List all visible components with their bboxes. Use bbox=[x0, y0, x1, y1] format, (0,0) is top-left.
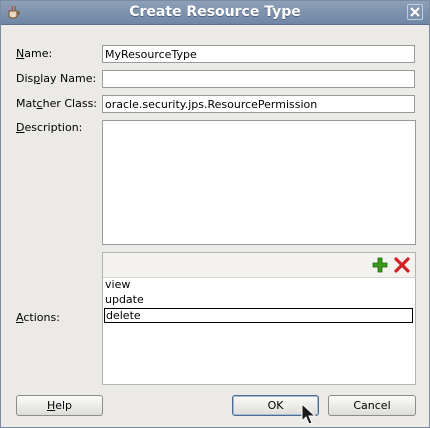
display-name-label: Display Name: bbox=[16, 72, 97, 85]
dialog-title: Create Resource Type bbox=[129, 4, 301, 20]
red-x-icon[interactable] bbox=[394, 257, 410, 273]
close-button[interactable] bbox=[407, 4, 423, 20]
cancel-button[interactable]: Cancel bbox=[328, 395, 416, 416]
title-bar[interactable]: Create Resource Type bbox=[1, 1, 429, 25]
help-button[interactable]: Help bbox=[16, 395, 103, 416]
close-icon bbox=[410, 7, 420, 17]
name-field[interactable]: MyResourceType bbox=[102, 45, 415, 63]
display-name-field[interactable] bbox=[102, 70, 415, 88]
actions-panel: view update delete bbox=[102, 252, 416, 385]
list-item[interactable]: view bbox=[104, 278, 413, 293]
name-label: Name: bbox=[16, 47, 53, 60]
matcher-class-label: Matcher Class: bbox=[16, 97, 98, 110]
list-item[interactable]: update bbox=[104, 293, 413, 308]
matcher-class-field[interactable]: oracle.security.jps.ResourcePermission bbox=[102, 95, 415, 113]
actions-toolbar bbox=[103, 253, 415, 278]
plus-icon[interactable] bbox=[372, 257, 388, 273]
description-textarea[interactable] bbox=[102, 120, 416, 245]
description-label: Description: bbox=[16, 121, 83, 134]
mouse-pointer-icon bbox=[301, 403, 317, 425]
actions-label: Actions: bbox=[16, 311, 60, 324]
action-edit-field[interactable]: delete bbox=[104, 308, 413, 323]
create-resource-type-dialog: Create Resource Type Name: MyResourceTyp… bbox=[0, 0, 430, 428]
